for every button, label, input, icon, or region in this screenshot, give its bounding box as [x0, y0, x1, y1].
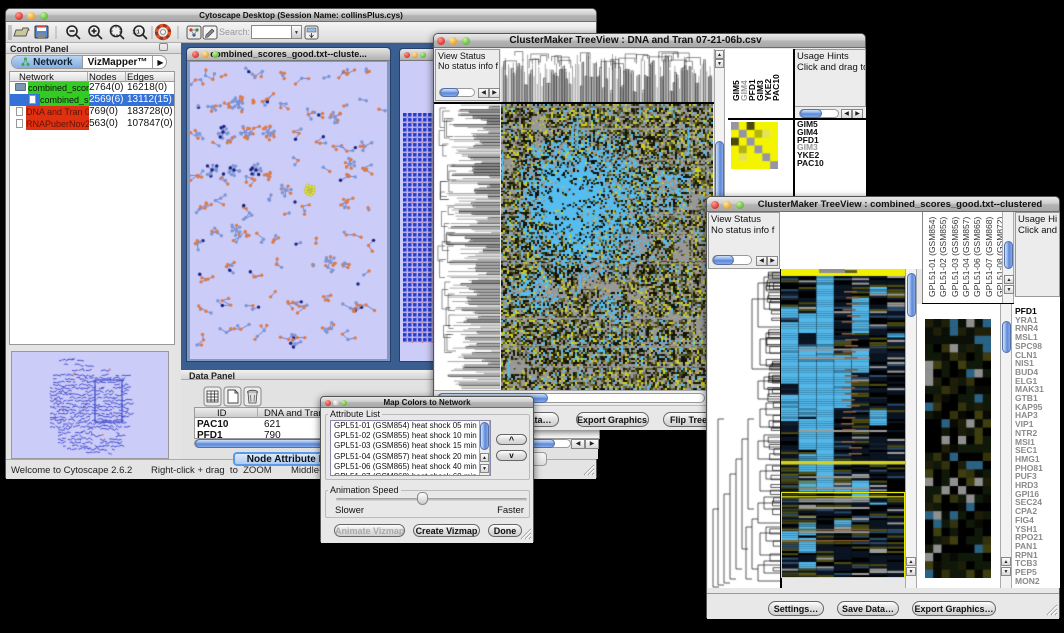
svg-text:1:1: 1:1 — [132, 30, 139, 36]
